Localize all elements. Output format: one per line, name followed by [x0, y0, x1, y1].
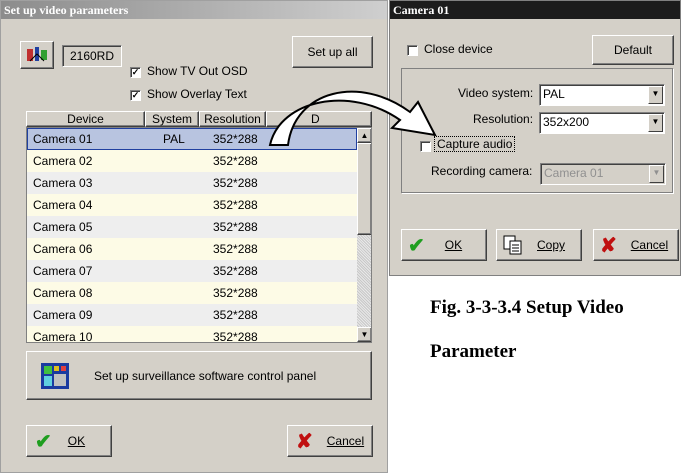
copy-icon [503, 235, 522, 255]
resolution-cell: 352*288 [213, 132, 258, 146]
video-system-value: PAL [543, 87, 565, 101]
table-row[interactable]: Camera 04 352*288 [27, 194, 357, 216]
system-cell: PAL [163, 132, 185, 146]
chevron-down-icon[interactable]: ▼ [648, 86, 663, 104]
figure-caption-line2: Parameter [430, 341, 517, 362]
close-device-label: Close device [424, 42, 493, 56]
window-title: Set up video parameters [1, 1, 387, 19]
cancel-label: Cancel [326, 434, 365, 448]
table-row[interactable]: Camera 07 352*288 [27, 260, 357, 282]
dvr-icon-button[interactable] [20, 41, 54, 69]
vertical-scrollbar[interactable]: ▲ ▼ [357, 128, 371, 342]
resolution-cell: 352*288 [213, 198, 258, 212]
scroll-down-button[interactable]: ▼ [357, 327, 371, 342]
device-table: Camera 01 PAL 352*288 Camera 02 352*288 Camer… [26, 127, 372, 343]
device-cell: Camera 04 [33, 198, 93, 212]
camera-cancel-button[interactable]: ✘ Cancel [593, 229, 679, 261]
resolution-cell: 352*288 [213, 264, 258, 278]
device-cell: Camera 05 [33, 220, 93, 234]
scroll-thumb[interactable] [357, 143, 371, 235]
show-tv-out-osd-label: Show TV Out OSD [147, 64, 248, 78]
table-row[interactable]: Camera 06 352*288 [27, 238, 357, 260]
video-system-select[interactable]: PAL ▼ [539, 84, 665, 106]
device-list: Camera 01 PAL 352*288 Camera 02 352*288 Camer… [27, 128, 357, 343]
close-device-checkbox[interactable] [407, 45, 418, 56]
table-row[interactable]: Camera 05 352*288 [27, 216, 357, 238]
control-panel-icon [41, 362, 69, 389]
ok-label: OK [67, 434, 86, 448]
device-cell: Camera 01 [33, 132, 93, 146]
show-overlay-text-label: Show Overlay Text [147, 87, 247, 101]
control-panel-button[interactable]: Set up surveillance software control pan… [26, 351, 372, 400]
device-cell: Camera 03 [33, 176, 93, 190]
device-cell: Camera 02 [33, 154, 93, 168]
table-row[interactable]: Camera 08 352*288 [27, 282, 357, 304]
ok-check-icon: ✔ [408, 234, 425, 257]
camera-window-title: Camera 01 [390, 1, 680, 19]
camera-ok-label: OK [444, 238, 463, 252]
table-row[interactable]: Camera 02 352*288 [27, 150, 357, 172]
recording-camera-label: Recording camera: [431, 164, 533, 178]
device-cell: Camera 08 [33, 286, 93, 300]
camera-cancel-label: Cancel [630, 238, 669, 252]
resolution-label: Resolution: [473, 112, 534, 126]
resolution-cell: 352*288 [213, 154, 258, 168]
column-resolution[interactable]: Resolution [199, 111, 266, 127]
curved-arrow-icon [268, 90, 437, 146]
resolution-cell: 352*288 [213, 308, 258, 322]
figure-caption-line1: Fig. 3-3-3.4 Setup Video [430, 297, 624, 318]
device-cell: Camera 06 [33, 242, 93, 256]
column-system[interactable]: System [145, 111, 199, 127]
default-label: Default [613, 43, 653, 57]
resolution-cell: 352*288 [213, 286, 258, 300]
chevron-down-icon: ▼ [649, 165, 664, 183]
video-system-label: Video system: [458, 86, 534, 100]
ok-check-icon: ✔ [35, 430, 52, 453]
dvr-name-field: 2160RD [62, 45, 122, 67]
table-row[interactable]: Camera 10 352*288 [27, 326, 357, 343]
recording-camera-select: Camera 01 ▼ [540, 163, 666, 185]
recording-camera-value: Camera 01 [544, 166, 604, 180]
set-up-all-button[interactable]: Set up all [292, 36, 373, 68]
chevron-down-icon[interactable]: ▼ [648, 114, 663, 132]
ok-button[interactable]: ✔ OK [26, 425, 112, 457]
resolution-cell: 352*288 [213, 242, 258, 256]
dvr-network-icon [27, 47, 47, 62]
copy-label: Copy [537, 238, 566, 252]
camera-ok-button[interactable]: ✔ OK [401, 229, 487, 261]
resolution-cell: 352*288 [213, 330, 258, 343]
control-panel-label: Set up surveillance software control pan… [94, 368, 317, 383]
resolution-cell: 352*288 [213, 220, 258, 234]
copy-button[interactable]: Copy [496, 229, 582, 261]
show-tv-out-osd-checkbox[interactable]: ✓ [130, 67, 141, 78]
table-row[interactable]: Camera 03 352*288 [27, 172, 357, 194]
cancel-button[interactable]: ✘ Cancel [287, 425, 373, 457]
device-cell: Camera 10 [33, 330, 93, 343]
resolution-cell: 352*288 [213, 176, 258, 190]
cancel-x-icon: ✘ [296, 430, 313, 453]
table-row[interactable]: Camera 09 352*288 [27, 304, 357, 326]
cancel-x-icon: ✘ [600, 234, 617, 257]
resolution-select[interactable]: 352x200 ▼ [539, 112, 665, 134]
resolution-value: 352x200 [543, 115, 590, 129]
column-device[interactable]: Device [26, 111, 145, 127]
show-overlay-text-checkbox[interactable]: ✓ [130, 90, 141, 101]
default-button[interactable]: Default [592, 35, 674, 65]
device-cell: Camera 09 [33, 308, 93, 322]
device-cell: Camera 07 [33, 264, 93, 278]
video-parameters-window: Set up video parameters 2160RD ✓ Show TV… [0, 0, 388, 473]
